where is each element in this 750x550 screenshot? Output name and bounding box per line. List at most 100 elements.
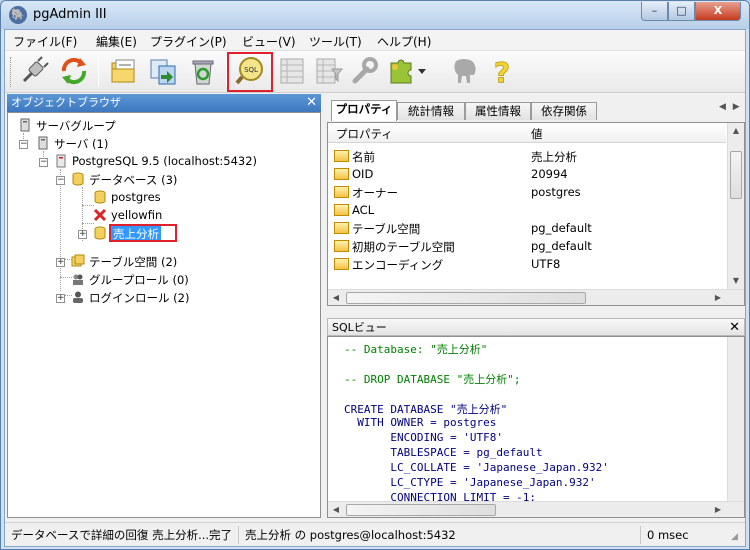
plugins-dropdown-arrow-icon[interactable] xyxy=(418,69,426,74)
object-browser-title: オブジェクトブラウザ ✕ xyxy=(7,94,321,112)
tab-attributes[interactable]: 属性情報 xyxy=(465,102,531,120)
scroll-down-icon[interactable]: ▼ xyxy=(728,273,744,289)
scroll-thumb[interactable] xyxy=(346,504,496,516)
group-roles-icon xyxy=(73,274,83,285)
minimize-button[interactable]: – xyxy=(641,2,668,21)
title-bar[interactable]: 🐘 pgAdmin III – □ X xyxy=(1,1,749,29)
sql-line: -- DROP DATABASE "売上分析"; xyxy=(344,373,521,386)
collapse-icon[interactable]: − xyxy=(39,158,48,167)
property-row[interactable]: エンコーディング UTF8 xyxy=(328,255,726,273)
sql-horizontal-scrollbar[interactable]: ◀ ▶ xyxy=(328,501,744,517)
property-name: 名前 xyxy=(352,150,375,164)
property-name: オーナー xyxy=(352,186,398,200)
scroll-right-icon[interactable]: ▶ xyxy=(710,290,726,305)
properties-vertical-scrollbar[interactable]: ▲ ▼ xyxy=(727,123,744,289)
property-row[interactable]: 初期のテーブル空間 pg_default xyxy=(328,237,726,255)
server-group-icon xyxy=(20,118,30,132)
tree-label: データベース (3) xyxy=(89,173,178,187)
menu-edit[interactable]: 編集(E) xyxy=(96,33,137,50)
main-area: ファイル(F) 編集(E) プラグイン(P) ビュー(V) ツール(T) ヘルプ… xyxy=(4,29,746,547)
sql-pane-close-icon[interactable]: ✕ xyxy=(729,319,740,337)
scroll-thumb[interactable] xyxy=(730,151,742,199)
menu-tools[interactable]: ツール(T) xyxy=(309,33,362,50)
tab-scroll-arrows-icon[interactable]: ◀ ▶ xyxy=(719,102,742,112)
column-header-property[interactable]: プロパティ xyxy=(336,126,393,142)
expand-icon[interactable]: + xyxy=(56,258,65,267)
property-row[interactable]: 名前 売上分析 xyxy=(328,147,726,165)
scroll-right-icon[interactable]: ▶ xyxy=(710,502,726,517)
collapse-icon[interactable]: − xyxy=(56,176,65,185)
tree-label: テーブル空間 (2) xyxy=(89,255,178,269)
tablespace-icon xyxy=(71,254,85,267)
pgadmin-elephant-icon: 🐘 xyxy=(9,6,27,24)
sql-line: TABLESPACE = pg_default xyxy=(344,446,543,459)
hint-elephant-icon[interactable] xyxy=(448,55,480,87)
connect-plug-icon[interactable] xyxy=(18,55,50,87)
object-browser-tree[interactable]: サーバグループ − サーバ (1) − PostgreSQL 9.5 (loca… xyxy=(7,112,321,518)
toolbar-separator xyxy=(98,57,99,87)
toolbar-grip[interactable] xyxy=(10,57,13,87)
expand-icon[interactable]: + xyxy=(56,294,65,303)
refresh-icon[interactable] xyxy=(58,55,90,87)
property-row[interactable]: テーブル空間 pg_default xyxy=(328,219,726,237)
resize-grip-icon[interactable]: ◢ xyxy=(731,532,743,544)
property-row[interactable]: ACL xyxy=(328,201,726,219)
tab-statistics[interactable]: 統計情報 xyxy=(397,102,465,120)
menu-bar: ファイル(F) 編集(E) プラグイン(P) ビュー(V) ツール(T) ヘルプ… xyxy=(5,30,745,51)
property-name: ACL xyxy=(352,203,375,217)
scroll-up-icon[interactable]: ▲ xyxy=(728,123,744,139)
sql-line: CREATE DATABASE "売上分析" xyxy=(344,403,508,416)
tree-label: postgres xyxy=(111,190,161,204)
create-object-icon[interactable] xyxy=(147,55,179,87)
tab-dependencies[interactable]: 依存関係 xyxy=(531,102,597,120)
tree-label: サーバグループ xyxy=(36,119,116,133)
scroll-thumb[interactable] xyxy=(346,292,586,304)
menu-plugins[interactable]: プラグイン(P) xyxy=(150,33,227,50)
property-icon xyxy=(334,258,349,270)
column-header-value[interactable]: 値 xyxy=(531,126,543,142)
object-browser-close-icon[interactable]: ✕ xyxy=(306,94,317,112)
databases-folder-icon xyxy=(72,172,84,186)
properties-list[interactable]: プロパティ 値 名前 売上分析 OID 20994 オーナー postgres ACL テーブ… xyxy=(327,122,745,306)
view-filtered-data-icon[interactable] xyxy=(312,55,344,87)
close-button[interactable]: X xyxy=(695,2,741,21)
sql-view[interactable]: -- Database: "売上分析" -- DROP DATABASE "売上分… xyxy=(327,336,745,518)
sql-pane-title: SQLビュー ✕ xyxy=(327,318,745,336)
menu-view[interactable]: ビュー(V) xyxy=(242,33,296,50)
tree-connector xyxy=(82,223,94,224)
property-value: UTF8 xyxy=(531,257,561,271)
menu-file[interactable]: ファイル(F) xyxy=(13,33,77,50)
property-icon xyxy=(334,204,349,216)
maximize-button[interactable]: □ xyxy=(668,2,695,21)
drop-recycle-icon[interactable] xyxy=(187,55,219,87)
plugins-puzzle-icon[interactable] xyxy=(385,55,417,87)
collapse-icon[interactable]: − xyxy=(19,140,28,149)
property-value: 20994 xyxy=(531,167,568,181)
tree-label: PostgreSQL 9.5 (localhost:5432) xyxy=(72,154,258,168)
property-icon xyxy=(334,186,349,198)
view-data-grid-icon[interactable] xyxy=(276,55,308,87)
status-connection: 売上分析 の postgres@localhost:5432 xyxy=(239,526,641,544)
sql-button-highlight-box xyxy=(227,52,273,92)
property-name: OID xyxy=(352,167,374,181)
expand-icon[interactable]: + xyxy=(78,230,87,239)
help-question-mark: ? xyxy=(494,56,510,87)
property-row[interactable]: オーナー postgres xyxy=(328,183,726,201)
sql-line: WITH OWNER = postgres xyxy=(344,416,497,429)
server-icon xyxy=(38,136,48,150)
help-question-icon[interactable]: ? xyxy=(486,55,518,87)
sql-vertical-scrollbar[interactable] xyxy=(727,337,744,501)
menu-help[interactable]: ヘルプ(H) xyxy=(377,33,431,50)
properties-folder-icon[interactable] xyxy=(108,55,140,87)
tab-properties[interactable]: プロパティ xyxy=(331,100,397,121)
properties-horizontal-scrollbar[interactable]: ◀ ▶ xyxy=(328,289,744,305)
property-icon xyxy=(334,168,349,180)
scroll-left-icon[interactable]: ◀ xyxy=(328,290,344,305)
tree-label: yellowfin xyxy=(111,208,163,222)
database-disconnected-icon xyxy=(93,208,107,222)
scroll-left-icon[interactable]: ◀ xyxy=(328,502,344,517)
toolbar: SQL ? xyxy=(5,51,745,93)
property-value: pg_default xyxy=(531,221,592,235)
property-row[interactable]: OID 20994 xyxy=(328,165,726,183)
maintenance-wrench-icon[interactable] xyxy=(348,55,380,87)
